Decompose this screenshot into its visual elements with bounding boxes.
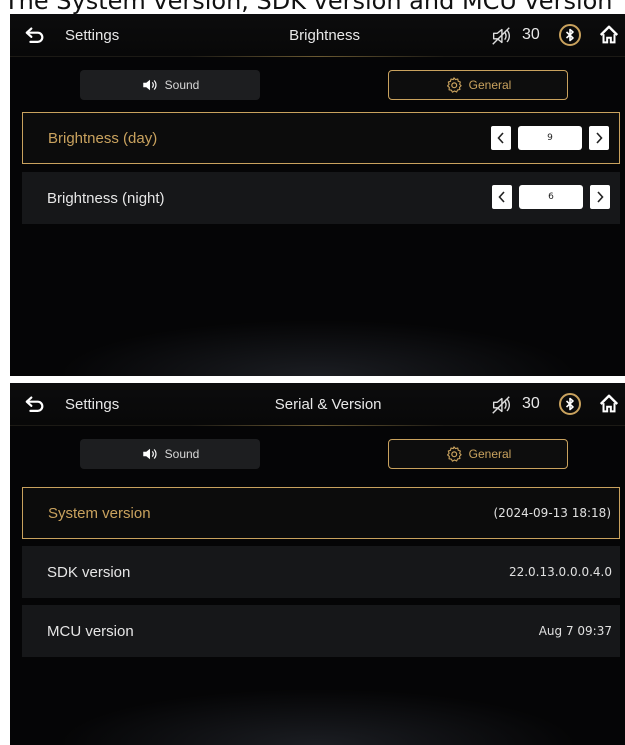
volume-value: 30 <box>522 395 540 412</box>
brightness-night-row[interactable]: Brightness (night) 6 <box>22 172 620 224</box>
speaker-icon <box>142 79 157 91</box>
gear-icon <box>446 77 462 93</box>
decrement-button[interactable] <box>491 126 511 150</box>
settings-label[interactable]: Settings <box>65 27 119 44</box>
brightness-night-stepper: 6 <box>492 185 610 209</box>
mcu-version-value: Aug 7 09:37 <box>538 624 612 638</box>
sdk-version-row[interactable]: SDK version 22.0.13.0.0.0.4.0 <box>22 546 620 598</box>
brightness-day-label: Brightness (day) <box>48 129 158 147</box>
brightness-day-row[interactable]: Brightness (day) 9 <box>22 112 620 164</box>
volume-muted-icon[interactable] <box>490 394 512 416</box>
status-bar: Settings Brightness 30 <box>10 14 625 57</box>
tab-general[interactable]: General <box>388 439 568 469</box>
home-icon[interactable] <box>598 393 620 415</box>
volume-value: 30 <box>522 26 540 43</box>
tab-general-label: General <box>468 447 512 461</box>
brightness-day-value: 9 <box>518 126 582 150</box>
mcu-version-label: MCU version <box>47 622 134 640</box>
serial-version-screen: Settings Serial & Version 30 Sound Gener… <box>10 383 625 745</box>
caption-text-strip: The System version, SDK version and MCU … <box>0 0 625 14</box>
brightness-day-stepper: 9 <box>491 126 609 150</box>
tab-general[interactable]: General <box>388 70 568 100</box>
home-icon[interactable] <box>598 24 620 46</box>
mcu-version-row[interactable]: MCU version Aug 7 09:37 <box>22 605 620 657</box>
chevron-right-icon <box>597 191 604 203</box>
back-arrow-icon[interactable] <box>24 393 46 415</box>
brightness-screen: Settings Brightness 30 Sound General Bri… <box>10 14 625 376</box>
settings-label[interactable]: Settings <box>65 396 119 413</box>
tab-sound[interactable]: Sound <box>80 439 260 469</box>
increment-button[interactable] <box>589 126 609 150</box>
decrement-button[interactable] <box>492 185 512 209</box>
increment-button[interactable] <box>590 185 610 209</box>
tab-sound-label: Sound <box>164 78 200 92</box>
tab-general-label: General <box>468 78 512 92</box>
caption-text: The System version, SDK version and MCU … <box>4 0 613 14</box>
page-title: Serial & Version <box>274 396 382 413</box>
gear-icon <box>446 446 462 462</box>
tab-sound-label: Sound <box>164 447 200 461</box>
speaker-icon <box>142 448 157 460</box>
tab-sound[interactable]: Sound <box>80 70 260 100</box>
brightness-night-value: 6 <box>519 185 583 209</box>
sdk-version-label: SDK version <box>47 563 131 581</box>
system-version-value: (2024-09-13 18:18) <box>493 506 612 520</box>
chevron-left-icon <box>497 132 504 144</box>
chevron-left-icon <box>498 191 505 203</box>
bluetooth-icon[interactable] <box>558 23 582 47</box>
system-version-row[interactable]: System version (2024-09-13 18:18) <box>22 487 620 539</box>
brightness-night-label: Brightness (night) <box>47 189 165 207</box>
back-arrow-icon[interactable] <box>24 24 46 46</box>
system-version-label: System version <box>48 504 151 522</box>
bluetooth-icon[interactable] <box>558 392 582 416</box>
page-title: Brightness <box>289 27 361 44</box>
status-bar: Settings Serial & Version 30 <box>10 383 625 426</box>
sdk-version-value: 22.0.13.0.0.0.4.0 <box>508 565 612 579</box>
chevron-right-icon <box>596 132 603 144</box>
volume-muted-icon[interactable] <box>490 25 512 47</box>
